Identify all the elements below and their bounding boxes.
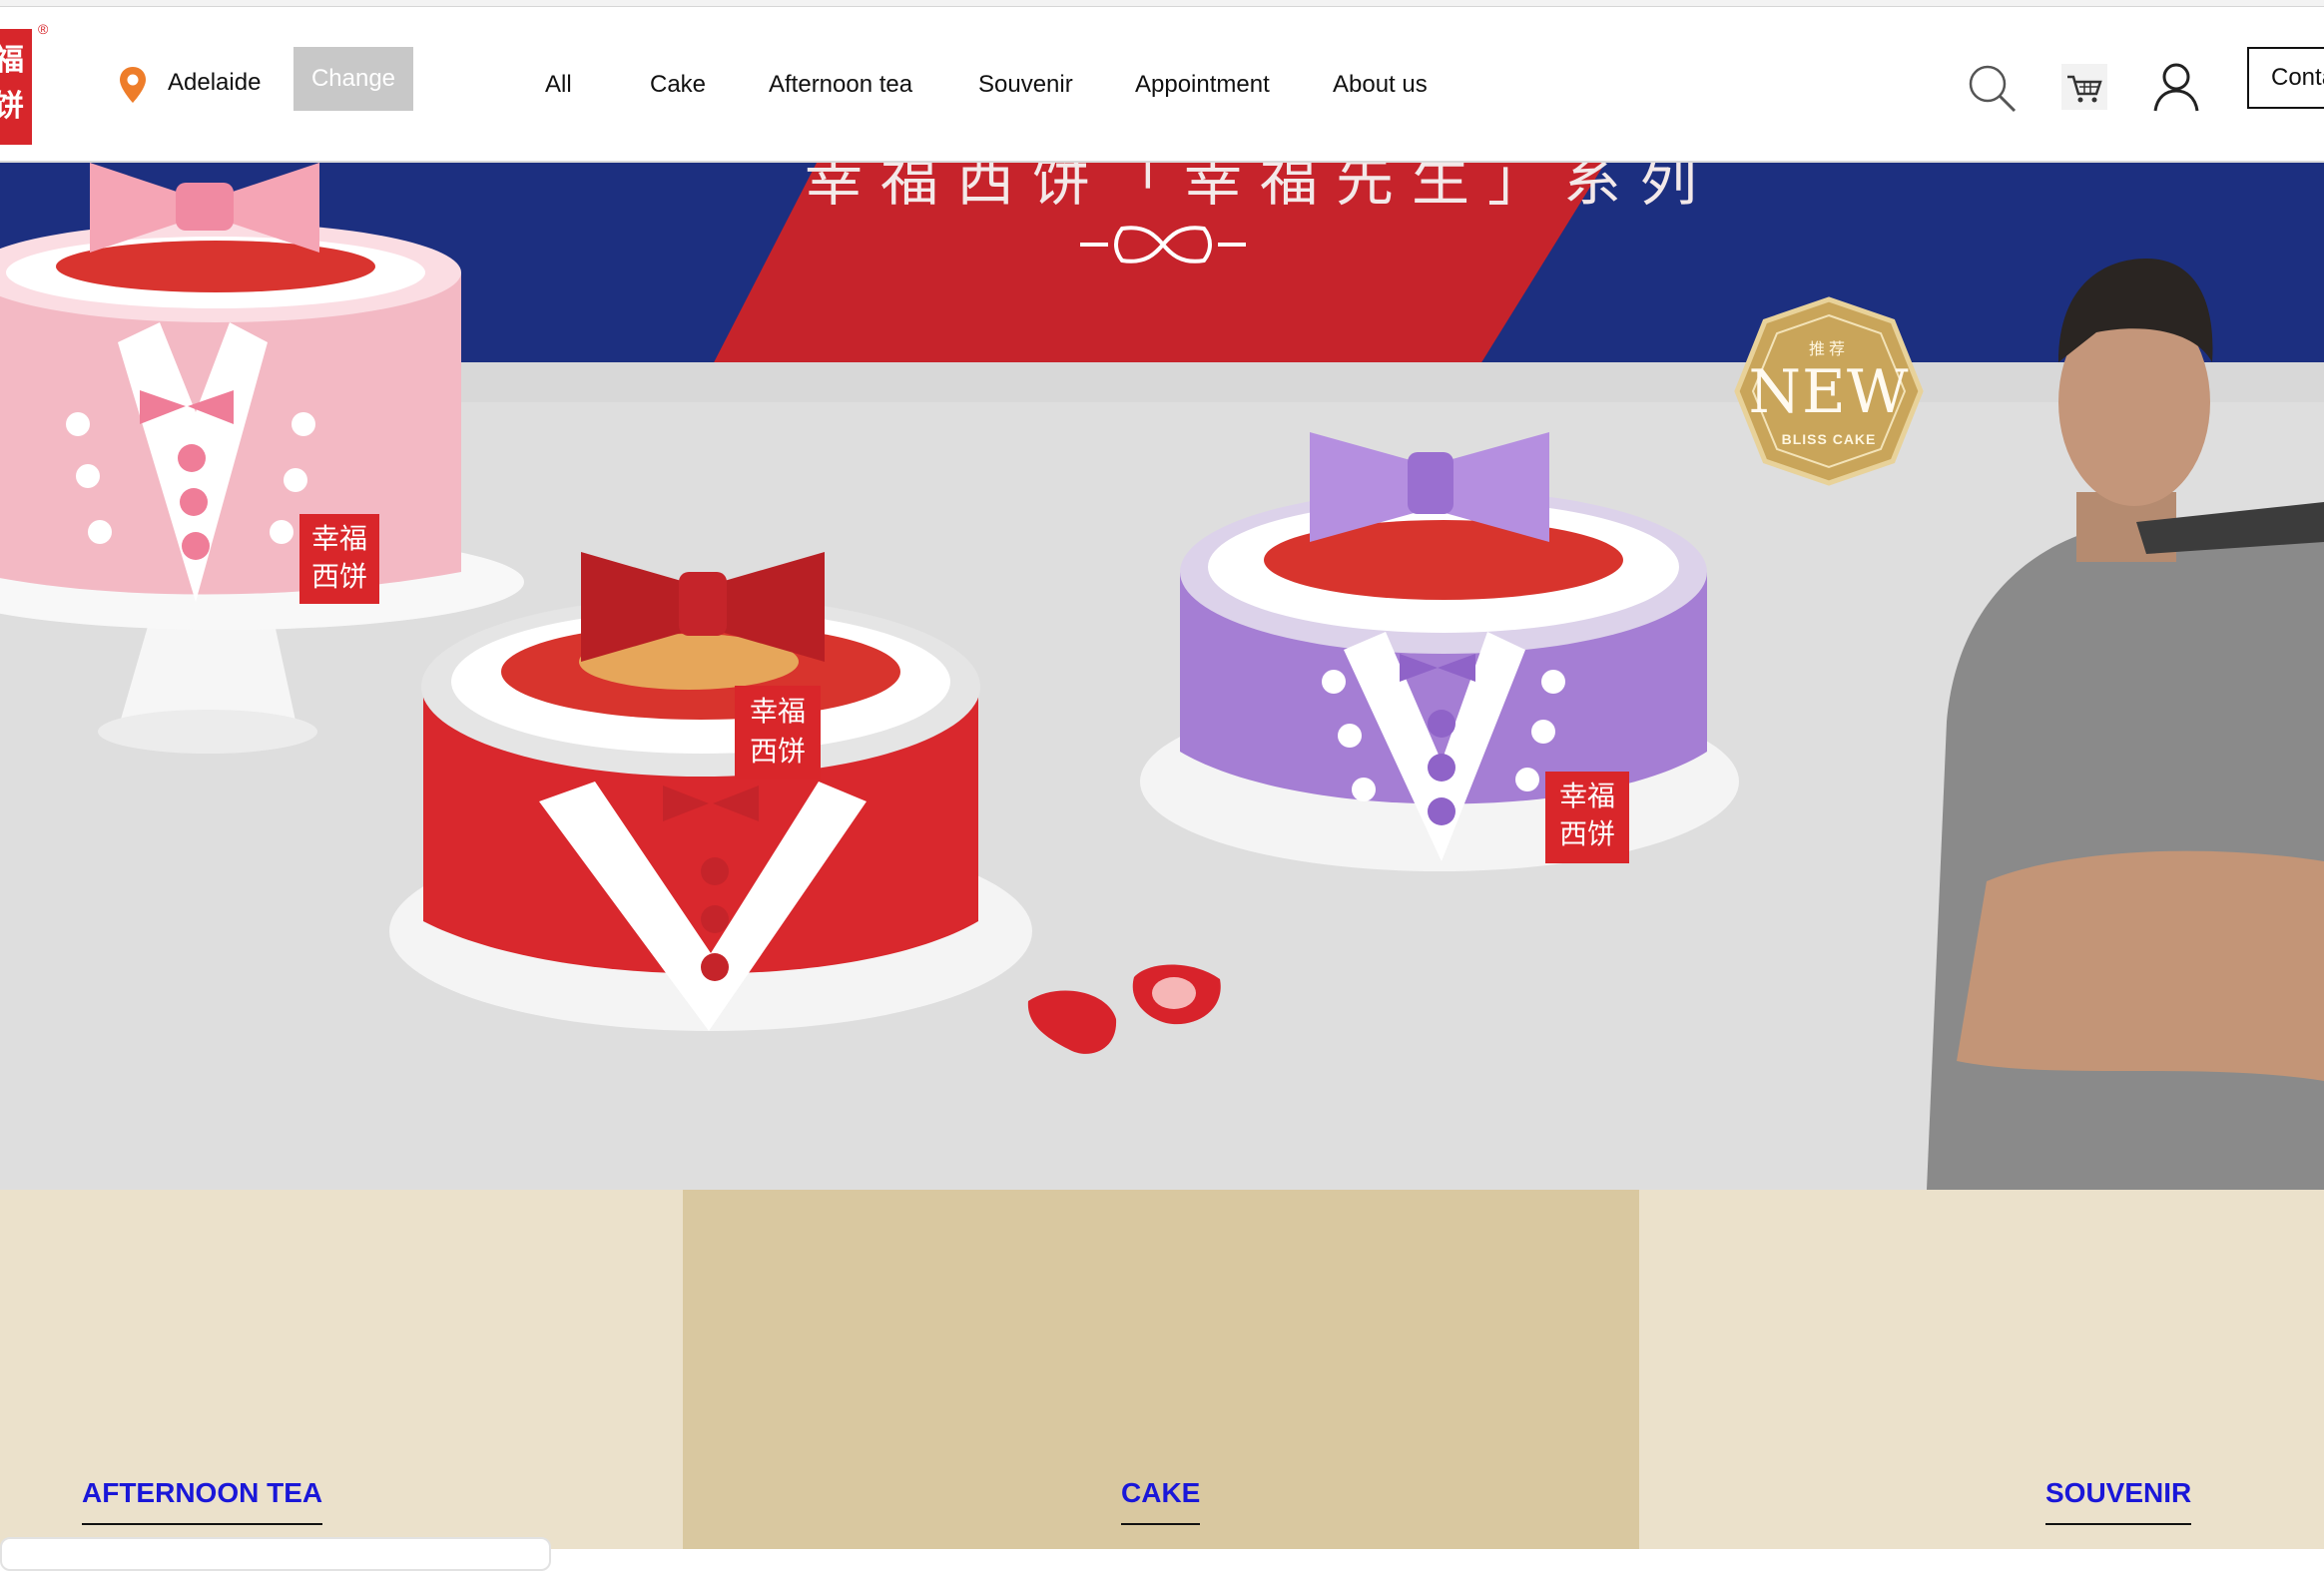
nav-about-us[interactable]: About us (1333, 71, 1428, 99)
nav-cake[interactable]: Cake (650, 71, 706, 99)
change-location-button[interactable]: Change (293, 47, 413, 111)
banner-title: 幸福西饼「幸福先生」系列 (805, 163, 1716, 214)
nav-souvenir[interactable]: Souvenir (978, 71, 1073, 99)
nav-all[interactable]: All (545, 71, 572, 99)
nav-afternoon-tea[interactable]: Afternoon tea (769, 71, 912, 99)
category-link-cake[interactable]: CAKE (1121, 1477, 1201, 1525)
contact-button[interactable]: Conta (2247, 47, 2324, 109)
search-icon[interactable] (1967, 63, 2019, 115)
purple-cake-tag: 幸福西饼 (1545, 772, 1629, 863)
red-cake-tag: 幸福西饼 (735, 686, 821, 780)
category-link-afternoon-tea[interactable]: AFTERNOON TEA (82, 1477, 323, 1525)
pink-cake-tag: 幸福西饼 (299, 514, 379, 604)
category-tile-cake[interactable]: CAKE (683, 1190, 1639, 1549)
logo-char-fu: 福 (0, 43, 24, 78)
badge-new-text: NEW (1748, 357, 1910, 427)
new-badge: 推荐 NEW BLISS CAKE (1733, 295, 1925, 487)
chat-widget-tab[interactable] (0, 1537, 551, 1571)
cart-icon[interactable] (2060, 63, 2108, 111)
registered-mark: ® (38, 21, 49, 37)
current-city: Adelaide (168, 69, 262, 96)
brand-logo[interactable]: 福 饼 (0, 29, 32, 145)
nav-appointment[interactable]: Appointment (1135, 71, 1270, 99)
category-tile-souvenir[interactable]: SOUVENIR (1639, 1190, 2324, 1549)
site-header: 福 饼 ® Adelaide Change All Cake Afternoon… (0, 7, 2324, 163)
badge-sub-text: BLISS CAKE (1781, 431, 1877, 447)
logo-char-bing: 饼 (0, 89, 24, 124)
user-icon[interactable] (2152, 61, 2200, 113)
map-pin-icon (120, 67, 146, 103)
category-link-souvenir[interactable]: SOUVENIR (2045, 1477, 2192, 1525)
hero-illustration (0, 163, 2324, 1190)
hero-banner[interactable]: 幸福西饼「幸福先生」系列 推荐 NEW BLISS CAKE 幸福西饼 幸福西饼… (0, 163, 2324, 1190)
browser-top-edge (0, 0, 2324, 7)
category-tile-afternoon-tea[interactable]: AFTERNOON TEA (0, 1190, 683, 1549)
badge-top-text: 推荐 (1808, 339, 1849, 358)
